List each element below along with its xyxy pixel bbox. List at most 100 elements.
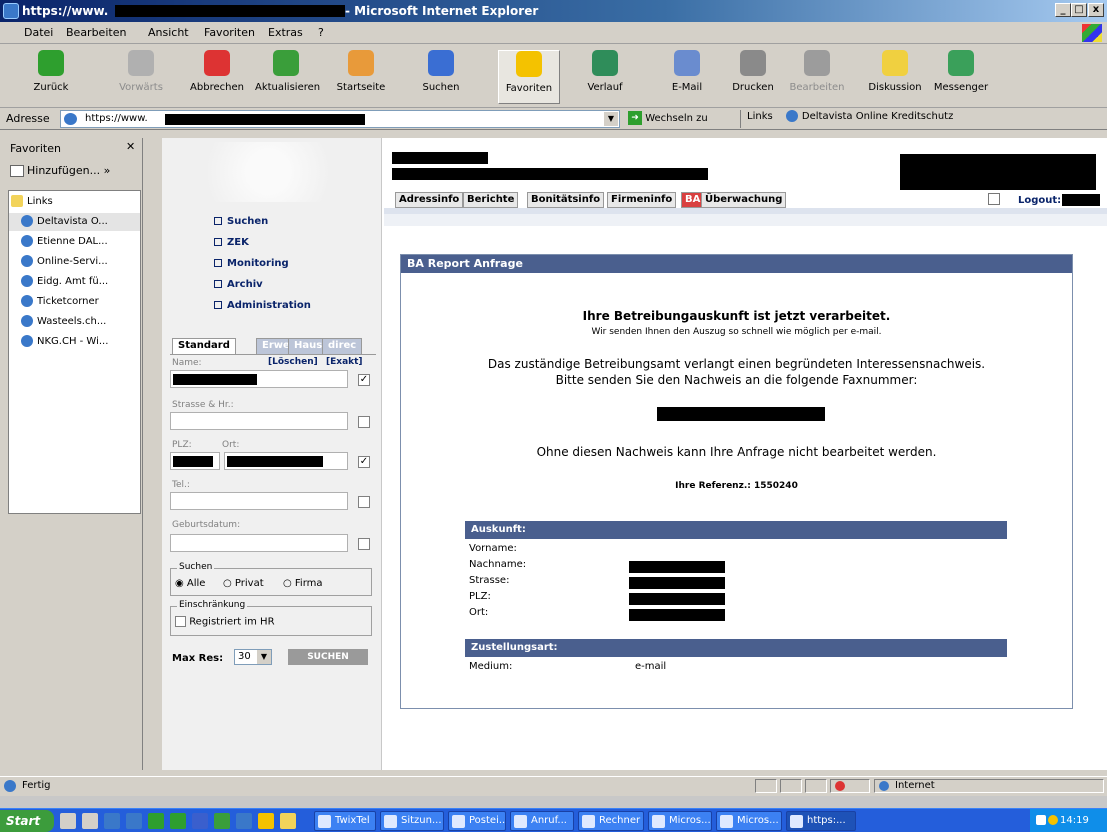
toolbar-discussion-button[interactable]: Diskussion bbox=[864, 50, 926, 104]
dob-input[interactable] bbox=[170, 534, 348, 552]
dob-checkbox[interactable] bbox=[358, 538, 370, 550]
tab-firmeninfo[interactable]: Firmeninfo bbox=[607, 192, 677, 208]
clear-link[interactable]: [Löschen] bbox=[268, 357, 318, 367]
quick-launch-icon[interactable] bbox=[104, 813, 120, 829]
plz-ort-checkbox[interactable]: ✓ bbox=[358, 456, 370, 468]
taskbar-button[interactable]: https:... bbox=[786, 811, 856, 831]
favorites-add-button[interactable]: Hinzufügen... » bbox=[10, 164, 110, 177]
toolbar-messenger-button[interactable]: Messenger bbox=[930, 50, 992, 104]
tab-direct[interactable]: direc bbox=[322, 338, 363, 354]
menu-extras[interactable]: Extras bbox=[268, 26, 303, 39]
favorite-item[interactable]: Online-Servi... bbox=[9, 253, 140, 271]
toolbar-forward-button[interactable]: Vorwärts bbox=[110, 50, 172, 104]
address-input[interactable]: https://www. ▼ bbox=[60, 110, 620, 128]
logout-icon[interactable] bbox=[988, 193, 1000, 205]
minimize-button[interactable]: _ bbox=[1055, 3, 1071, 17]
exact-link[interactable]: [Exakt] bbox=[326, 357, 363, 367]
menu-favoriten[interactable]: Favoriten bbox=[204, 26, 255, 39]
nav-administration[interactable]: Administration bbox=[214, 300, 311, 311]
menu-bearbeiten[interactable]: Bearbeiten bbox=[66, 26, 126, 39]
toolbar-back-button[interactable]: Zurück bbox=[20, 50, 82, 104]
logout-link[interactable]: Logout: bbox=[1018, 195, 1061, 206]
field-nachname: Nachname: bbox=[469, 559, 527, 570]
toolbar-search-button[interactable]: Suchen bbox=[410, 50, 472, 104]
taskbar-button[interactable]: Micros... bbox=[648, 811, 712, 831]
quick-launch-icon[interactable] bbox=[60, 813, 76, 829]
favorite-item[interactable]: NKG.CH - Wi... bbox=[9, 333, 140, 351]
tab-berichte[interactable]: Berichte bbox=[463, 192, 519, 208]
nav-zek[interactable]: ZEK bbox=[214, 237, 249, 248]
favorite-item[interactable]: Etienne DAL... bbox=[9, 233, 140, 251]
name-input[interactable] bbox=[170, 370, 348, 388]
pane-divider[interactable] bbox=[142, 138, 162, 770]
tab-standard[interactable]: Standard bbox=[172, 338, 236, 354]
nav-monitoring[interactable]: Monitoring bbox=[214, 258, 289, 269]
menu-datei[interactable]: Datei bbox=[24, 26, 53, 39]
taskbar-button[interactable]: Postei... bbox=[448, 811, 506, 831]
quick-launch-icon[interactable] bbox=[214, 813, 230, 829]
nav-label: Suchen bbox=[227, 216, 269, 227]
favorite-item[interactable]: Wasteels.ch... bbox=[9, 313, 140, 331]
tel-checkbox[interactable] bbox=[358, 496, 370, 508]
taskbar-button[interactable]: TwixTel bbox=[314, 811, 376, 831]
quick-launch-icon[interactable] bbox=[236, 813, 252, 829]
menu-ansicht[interactable]: Ansicht bbox=[148, 26, 189, 39]
tray-icon[interactable] bbox=[1048, 815, 1058, 825]
name-checkbox[interactable]: ✓ bbox=[358, 374, 370, 386]
back-icon bbox=[38, 50, 64, 76]
address-value: https://www. bbox=[85, 113, 148, 124]
taskbar-button[interactable]: Sitzun... bbox=[380, 811, 444, 831]
close-button[interactable]: x bbox=[1088, 3, 1104, 17]
toolbar-edit-button[interactable]: Bearbeiten bbox=[786, 50, 848, 104]
favorite-item[interactable]: Eidg. Amt fü... bbox=[9, 273, 140, 291]
menu-help[interactable]: ? bbox=[318, 26, 324, 39]
quick-launch-icon[interactable] bbox=[126, 813, 142, 829]
radio-all[interactable]: ◉ Alle bbox=[175, 578, 205, 589]
go-button[interactable]: ➜ Wechseln zu bbox=[628, 111, 708, 125]
tel-input[interactable] bbox=[170, 492, 348, 510]
tab-bonitätsinfo[interactable]: Bonitätsinfo bbox=[527, 192, 605, 208]
start-button[interactable]: Start bbox=[0, 810, 54, 832]
toolbar-history-button[interactable]: Verlauf bbox=[574, 50, 636, 104]
quick-launch-icon[interactable] bbox=[280, 813, 296, 829]
tab-überwachung[interactable]: Überwachung bbox=[701, 192, 787, 208]
favorite-item[interactable]: Ticketcorner bbox=[9, 293, 140, 311]
tray-mail-icon[interactable] bbox=[1036, 815, 1046, 825]
address-dropdown-icon[interactable]: ▼ bbox=[603, 111, 619, 127]
taskbar-button[interactable]: Micros... bbox=[716, 811, 782, 831]
redaction bbox=[629, 593, 725, 605]
quick-launch-icon[interactable] bbox=[170, 813, 186, 829]
toolbar-stop-button[interactable]: Abbrechen bbox=[186, 50, 248, 104]
search-submit-button[interactable]: SUCHEN bbox=[288, 649, 368, 665]
toolbar-mail-button[interactable]: E-Mail bbox=[656, 50, 718, 104]
radio-private[interactable]: ○ Privat bbox=[223, 578, 264, 589]
favorite-item[interactable]: Deltavista O... bbox=[9, 213, 140, 231]
quick-launch-icon[interactable] bbox=[258, 813, 274, 829]
ort-input[interactable] bbox=[224, 452, 348, 470]
restrict-checkbox[interactable]: Registriert im HR bbox=[175, 616, 275, 628]
street-checkbox[interactable] bbox=[358, 416, 370, 428]
radio-company[interactable]: ○ Firma bbox=[283, 578, 323, 589]
nav-archiv[interactable]: Archiv bbox=[214, 279, 263, 290]
favorites-close-icon[interactable]: ✕ bbox=[126, 140, 135, 153]
nav-suchen[interactable]: Suchen bbox=[214, 216, 268, 227]
taskbar-button[interactable]: Rechner bbox=[578, 811, 644, 831]
toolbar-home-button[interactable]: Startseite bbox=[330, 50, 392, 104]
quick-launch-icon[interactable] bbox=[82, 813, 98, 829]
tab-adressinfo[interactable]: Adressinfo bbox=[395, 192, 464, 208]
toolbar-print-button[interactable]: Drucken bbox=[722, 50, 784, 104]
street-input[interactable] bbox=[170, 412, 348, 430]
link-deltavista[interactable]: Deltavista Online Kreditschutz bbox=[784, 110, 953, 122]
toolbar-refresh-button[interactable]: Aktualisieren bbox=[255, 50, 320, 104]
logo-redaction bbox=[900, 154, 1096, 190]
quick-launch-icon[interactable] bbox=[192, 813, 208, 829]
quick-launch-icon[interactable] bbox=[148, 813, 164, 829]
maxres-select[interactable]: 30 ▼ bbox=[234, 649, 272, 665]
toolbar-favorites-button[interactable]: Favoriten bbox=[498, 50, 560, 104]
taskbar-button[interactable]: Anruf... bbox=[510, 811, 574, 831]
plz-input[interactable] bbox=[170, 452, 220, 470]
radio-private-label: Privat bbox=[234, 578, 264, 589]
toolbar-label: Bearbeiten bbox=[789, 82, 845, 93]
favorites-folder-links[interactable]: Links bbox=[9, 193, 140, 211]
maximize-button[interactable]: □ bbox=[1071, 3, 1087, 17]
